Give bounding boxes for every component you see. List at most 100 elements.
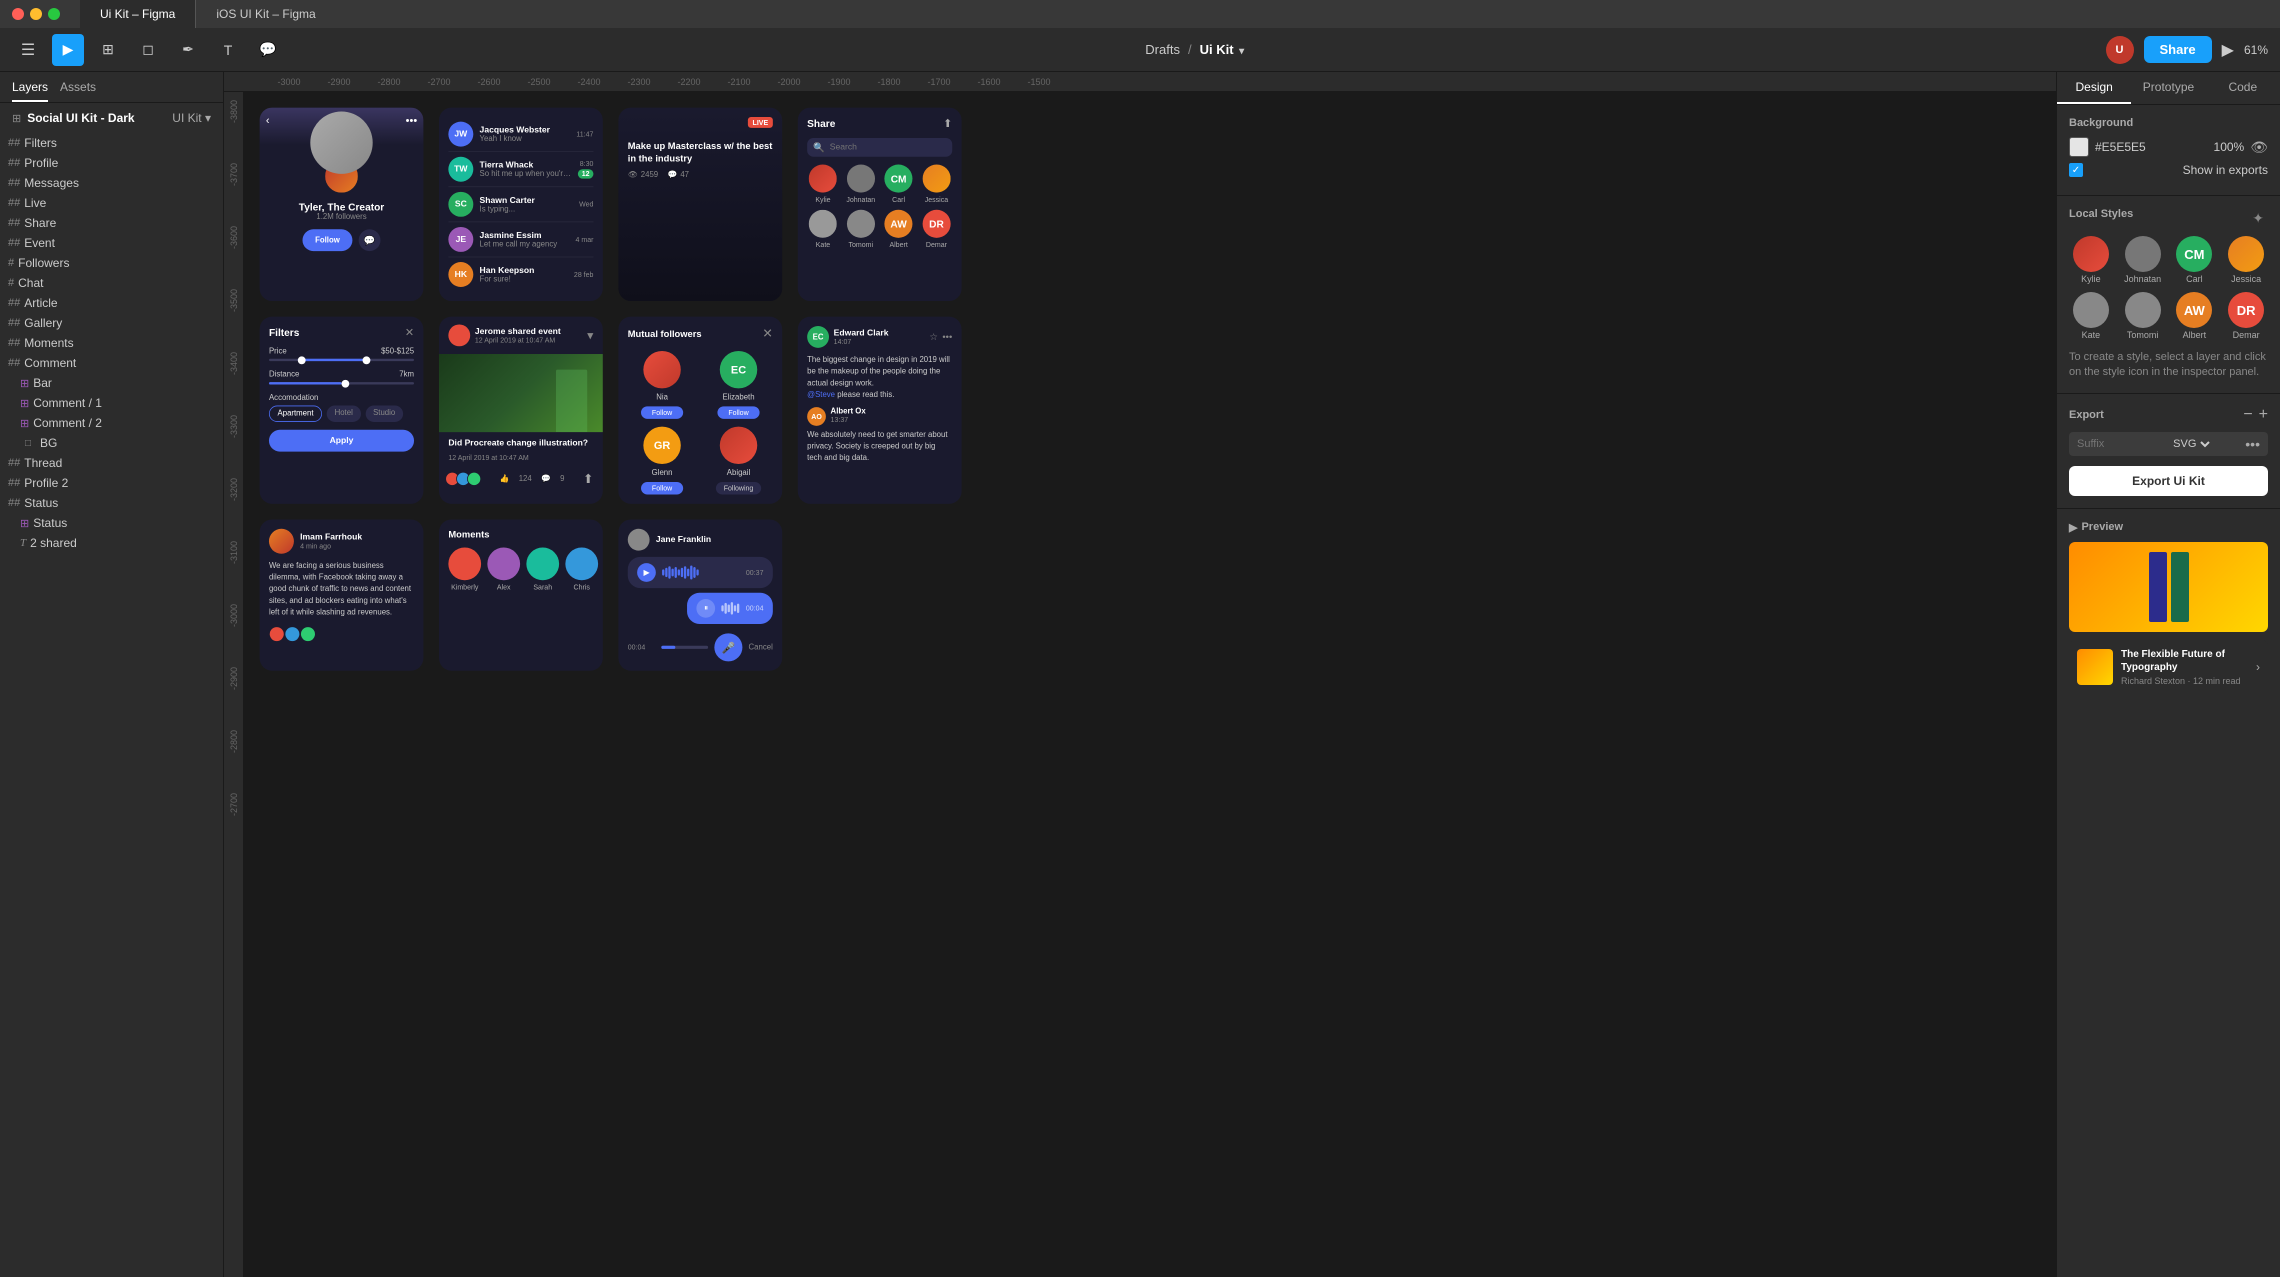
share-icon[interactable]: ⬆ (583, 471, 593, 487)
ui-kit-selector[interactable]: UI Kit ▾ (172, 111, 211, 125)
follower-avatar (643, 351, 680, 388)
sidebar-item-profile[interactable]: ## Profile (0, 153, 223, 173)
tab-code[interactable]: Code (2206, 72, 2280, 104)
sidebar-item-gallery[interactable]: ## Gallery (0, 313, 223, 333)
play-button[interactable]: ▶ (2222, 40, 2234, 60)
message-button[interactable]: 💬 (359, 229, 381, 251)
sidebar-item-live[interactable]: ## Live (0, 193, 223, 213)
like-icon[interactable]: 👍 (500, 475, 510, 484)
followers-close-icon[interactable]: ✕ (762, 326, 772, 342)
profile-more-button[interactable]: ••• (406, 114, 417, 126)
comment-tool[interactable]: 💬 (252, 34, 284, 66)
studio-chip[interactable]: Studio (365, 406, 403, 422)
sidebar-item-bar[interactable]: ⊞ Bar (0, 373, 223, 393)
message-item[interactable]: HK Han Keepson For sure! 28 feb (448, 257, 593, 291)
sidebar-item-status[interactable]: ## Status (0, 493, 223, 513)
frame-tool[interactable]: ⊞ (92, 34, 124, 66)
distance-slider-thumb[interactable] (342, 379, 350, 387)
sidebar-item-filters[interactable]: ## Filters (0, 133, 223, 153)
follow-button[interactable]: Follow (303, 229, 353, 251)
message-preview: Is typing... (480, 205, 573, 214)
sidebar-item-article[interactable]: ## Article (0, 293, 223, 313)
tab-prototype[interactable]: Prototype (2131, 72, 2205, 104)
export-more-icon[interactable]: ••• (2245, 436, 2260, 452)
sidebar-item-bg[interactable]: □ BG (0, 433, 223, 453)
sidebar-item-2-shared[interactable]: T 2 shared (0, 533, 223, 553)
visibility-icon[interactable]: 👁 (2250, 139, 2268, 156)
recording-mic-button[interactable]: 🎤 (714, 633, 742, 661)
close-button[interactable] (12, 8, 24, 20)
comment-icon[interactable]: 💬 (541, 475, 551, 484)
price-slider-thumb-right[interactable] (363, 356, 371, 364)
apply-button[interactable]: Apply (269, 430, 414, 452)
hotel-chip[interactable]: Hotel (327, 406, 361, 422)
tab-assets[interactable]: Assets (60, 80, 96, 102)
message-item[interactable]: SC Shawn Carter Is typing... Wed (448, 187, 593, 222)
sidebar-item-messages[interactable]: ## Messages (0, 173, 223, 193)
select-tool[interactable]: ▶ (52, 34, 84, 66)
breadcrumb-current[interactable]: Ui Kit ▾ (1200, 42, 1245, 57)
event-expand-icon[interactable]: ▾ (587, 328, 593, 344)
hamburger-icon[interactable]: ☰ (12, 34, 44, 66)
distance-slider[interactable] (269, 382, 414, 384)
export-button[interactable]: Export Ui Kit (2069, 466, 2268, 496)
chat-more-icon[interactable]: ••• (942, 331, 952, 342)
tab-layers[interactable]: Layers (12, 80, 48, 102)
shape-tool[interactable]: ◻ (132, 34, 164, 66)
sidebar-item-comment[interactable]: ## Comment (0, 353, 223, 373)
maximize-button[interactable] (48, 8, 60, 20)
message-item[interactable]: JW Jacques Webster Yeah I know 11:47 (448, 117, 593, 152)
share-upload-icon[interactable]: ⬆ (943, 117, 952, 130)
filters-close-icon[interactable]: ✕ (405, 326, 414, 339)
follower-follow-button[interactable]: Follow (717, 406, 759, 418)
price-slider[interactable] (269, 359, 414, 361)
sidebar-item-comment2[interactable]: ⊞ Comment / 2 (0, 413, 223, 433)
user-avatar[interactable]: U (2106, 36, 2134, 64)
sidebar-item-profile2[interactable]: ## Profile 2 (0, 473, 223, 493)
ruler-v-label: -2800 (229, 730, 239, 753)
message-item[interactable]: JE Jasmine Essim Let me call my agency 4… (448, 222, 593, 257)
message-item[interactable]: TW Tierra Whack So hit me up when you're… (448, 152, 593, 187)
sidebar-item-status-sub[interactable]: ⊞ Status (0, 513, 223, 533)
follower-follow-button[interactable]: Follow (641, 482, 683, 494)
sidebar-item-thread[interactable]: ## Thread (0, 453, 223, 473)
breadcrumb-drafts[interactable]: Drafts (1145, 42, 1180, 57)
tab-design[interactable]: Design (2057, 72, 2131, 104)
show-exports-checkbox[interactable] (2069, 163, 2083, 177)
export-remove-icon[interactable]: − (2243, 406, 2252, 424)
minimize-button[interactable] (30, 8, 42, 20)
share-search-input[interactable] (830, 143, 946, 152)
share-search[interactable]: 🔍 (807, 138, 952, 157)
sidebar-item-moments[interactable]: ## Moments (0, 333, 223, 353)
wave-bar (662, 569, 664, 575)
text-tool[interactable]: T (212, 34, 244, 66)
recording-play-button[interactable]: ▶ (637, 563, 656, 582)
zoom-level[interactable]: 61% (2244, 43, 2268, 57)
follower-following-button[interactable]: Following (716, 482, 761, 494)
message-sender: Han Keepson (480, 266, 568, 275)
tab-ios-ui-kit[interactable]: iOS UI Kit – Figma (196, 0, 335, 28)
background-color-swatch[interactable] (2069, 137, 2089, 157)
export-suffix-input[interactable] (2077, 438, 2137, 450)
sidebar-item-comment1[interactable]: ⊞ Comment / 1 (0, 393, 223, 413)
moment-avatar (565, 548, 598, 581)
article-preview-card[interactable]: The Flexible Future of Typography Richar… (2069, 640, 2268, 694)
chat-star-icon[interactable]: ☆ (929, 331, 937, 342)
sidebar-item-label: Messages (24, 176, 79, 190)
price-slider-thumb-left[interactable] (298, 356, 306, 364)
pen-tool[interactable]: ✒ (172, 34, 204, 66)
recording-cancel-button[interactable]: Cancel (749, 643, 773, 652)
sidebar-item-event[interactable]: ## Event (0, 233, 223, 253)
share-button[interactable]: Share (2144, 36, 2212, 63)
export-format-select[interactable]: SVG PNG PDF (2169, 437, 2213, 451)
recording-pause-button[interactable]: ⏸ (697, 599, 716, 618)
follower-follow-button[interactable]: Follow (641, 406, 683, 418)
profile-back-button[interactable]: ‹ (266, 114, 270, 126)
tab-ui-kit[interactable]: Ui Kit – Figma (80, 0, 195, 28)
export-add-icon[interactable]: + (2259, 406, 2268, 424)
sidebar-item-chat[interactable]: # Chat (0, 273, 223, 293)
apartment-chip[interactable]: Apartment (269, 406, 322, 422)
preview-label[interactable]: ▶ Preview (2069, 521, 2268, 534)
sidebar-item-share[interactable]: ## Share (0, 213, 223, 233)
sidebar-item-followers[interactable]: # Followers (0, 253, 223, 273)
